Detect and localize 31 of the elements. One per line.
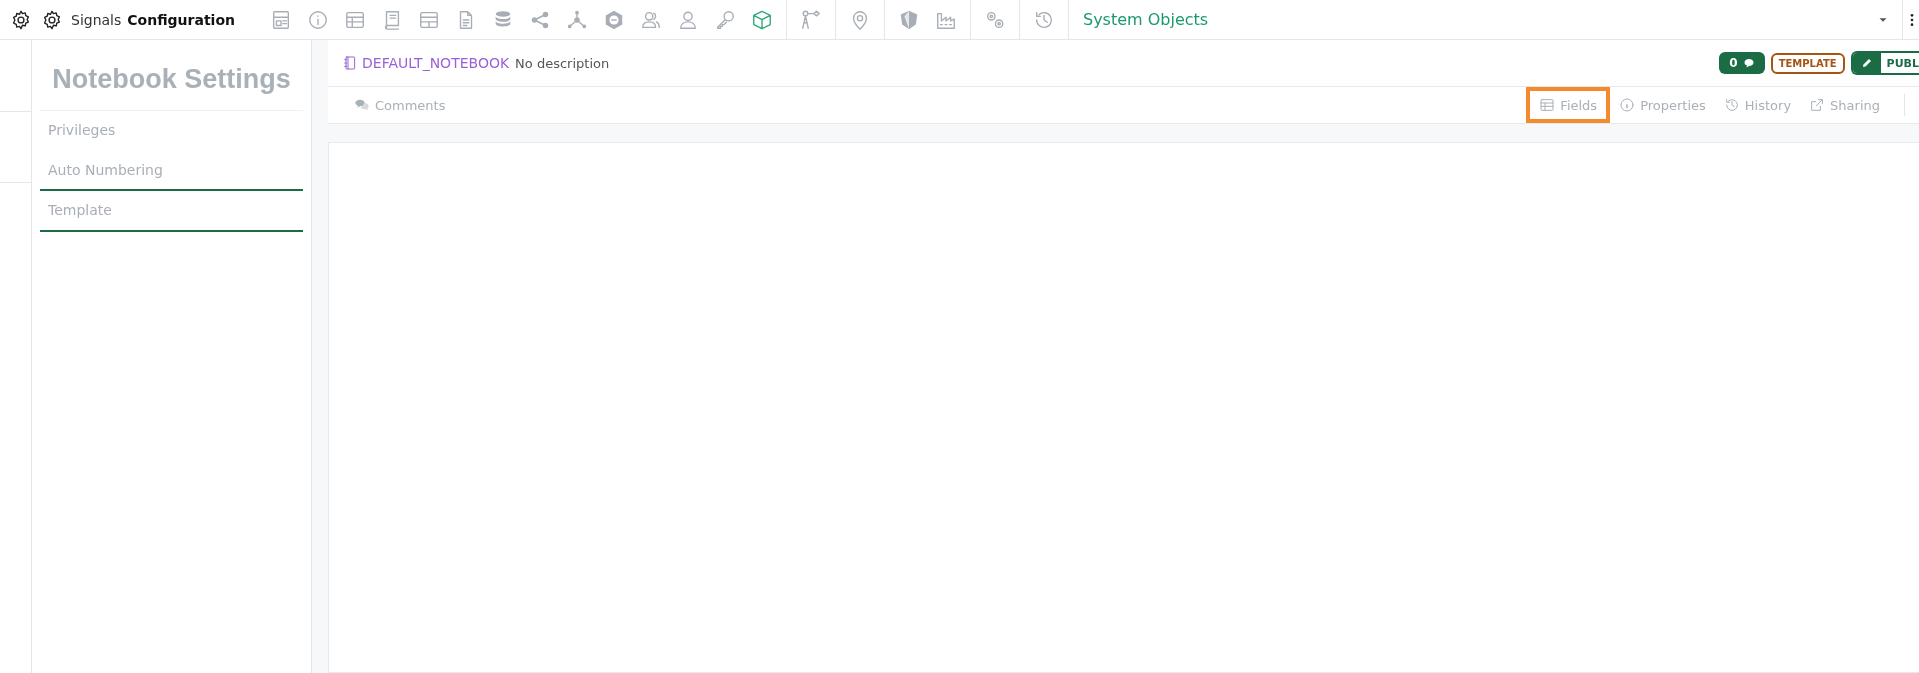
- settings-menu-item[interactable]: Privileges: [40, 111, 303, 151]
- table-icon: [1539, 97, 1556, 113]
- comments-tab[interactable]: Comments: [348, 90, 452, 120]
- info-icon[interactable]: [306, 8, 329, 31]
- settings-icon: [41, 8, 63, 31]
- network-icon[interactable]: [565, 8, 588, 31]
- settings-menu-item[interactable]: Template: [40, 189, 303, 232]
- tab[interactable]: Properties: [1613, 90, 1712, 120]
- cube-icon[interactable]: [750, 8, 773, 31]
- speech-bubble-icon: [1742, 57, 1755, 69]
- tab[interactable]: History: [1717, 90, 1798, 120]
- comments-icon: [354, 97, 370, 113]
- notebook-description: No description: [515, 55, 610, 71]
- pencil-icon: [1860, 57, 1873, 69]
- comment-count-badge[interactable]: 0: [1719, 52, 1765, 74]
- template-badge: TEMPLATE: [1770, 52, 1845, 74]
- branch-icon[interactable]: [799, 8, 822, 31]
- app-title: Signals: [71, 11, 122, 28]
- app-title: Configuration: [127, 11, 235, 28]
- panel-title: Notebook Settings: [40, 40, 303, 111]
- notebook-icon: [342, 55, 358, 71]
- history-icon: [1723, 97, 1740, 113]
- tab[interactable]: Fields: [1529, 90, 1608, 120]
- status-toggle[interactable]: PUBL: [1850, 51, 1919, 75]
- settings-menu-item[interactable]: Auto Numbering: [40, 151, 303, 191]
- tab[interactable]: Sharing: [1803, 90, 1886, 120]
- notebook-name[interactable]: DEFAULT_NOTEBOOK: [362, 55, 510, 71]
- share-icon: [1809, 97, 1826, 113]
- object-dropdown[interactable]: System Objects: [1068, 0, 1903, 40]
- settings-icon[interactable]: [10, 8, 32, 31]
- info-icon: [1619, 97, 1636, 113]
